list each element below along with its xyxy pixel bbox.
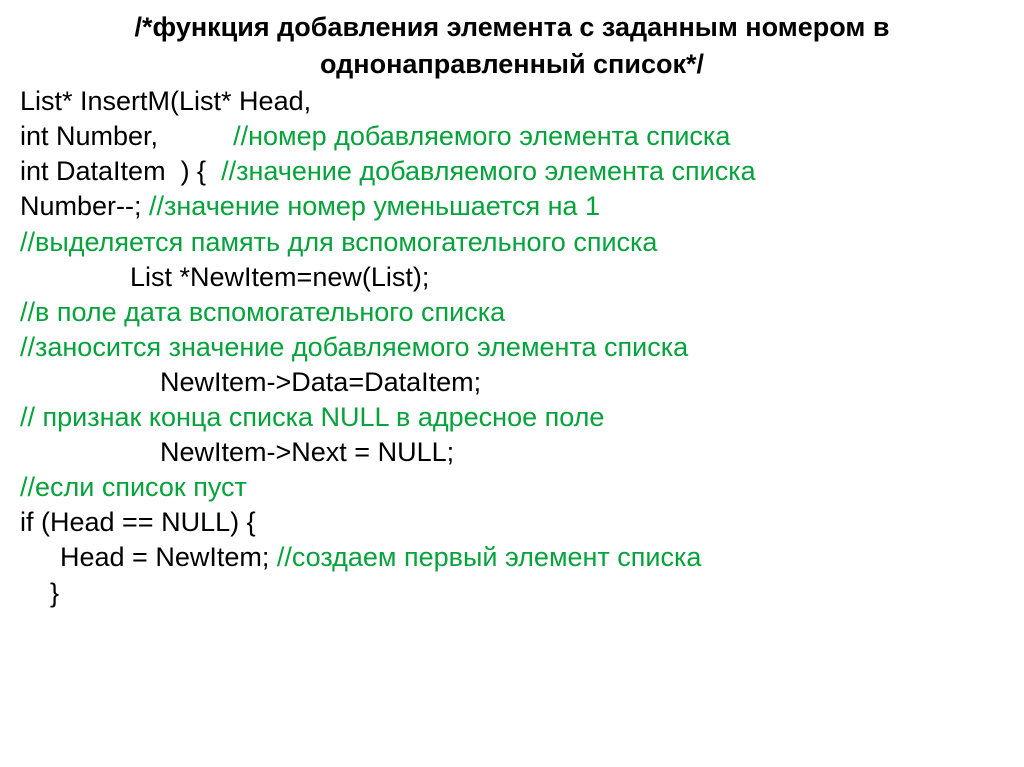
code-line-4: Number--; //значение номер уменьшается н… <box>20 189 1004 224</box>
comment-text: //значение добавляемого элемента списка <box>221 156 756 186</box>
comment-line-7: //в поле дата вспомогательного списка <box>20 295 1004 330</box>
code-text: int DataItem ) { <box>20 156 221 186</box>
comment-line-10: // признак конца списка NULL в адресное … <box>20 400 1004 435</box>
code-text: Number--; <box>20 191 149 221</box>
comment-title-line1: /*функция добавления элемента с заданным… <box>20 10 1004 45</box>
code-line-11: NewItem->Next = NULL; <box>20 435 1004 470</box>
code-text: Head = NewItem; <box>60 542 277 572</box>
code-line-6: List *NewItem=new(List); <box>20 260 1004 295</box>
code-line-2: int Number, //номер добавляемого элемент… <box>20 119 1004 154</box>
comment-text: //номер добавляемого элемента списка <box>233 121 730 151</box>
code-line-9: NewItem->Data=DataItem; <box>20 365 1004 400</box>
comment-title-line2: однонаправленный список*/ <box>20 47 1004 82</box>
comment-line-5: //выделяется память для вспомогательного… <box>20 225 1004 260</box>
code-line-15: } <box>20 576 1004 611</box>
code-text: int Number, <box>20 121 233 151</box>
code-line-3: int DataItem ) { //значение добавляемого… <box>20 154 1004 189</box>
code-line-1: List* InsertM(List* Head, <box>20 84 1004 119</box>
comment-line-8: //заносится значение добавляемого элемен… <box>20 330 1004 365</box>
comment-text: //значение номер уменьшается на 1 <box>149 191 600 221</box>
code-line-13: if (Head == NULL) { <box>20 505 1004 540</box>
code-block: List* InsertM(List* Head, int Number, //… <box>20 84 1004 610</box>
code-line-14: Head = NewItem; //создаем первый элемент… <box>20 540 1004 575</box>
comment-text: //создаем первый элемент списка <box>277 542 702 572</box>
comment-line-12: //если список пуст <box>20 470 1004 505</box>
